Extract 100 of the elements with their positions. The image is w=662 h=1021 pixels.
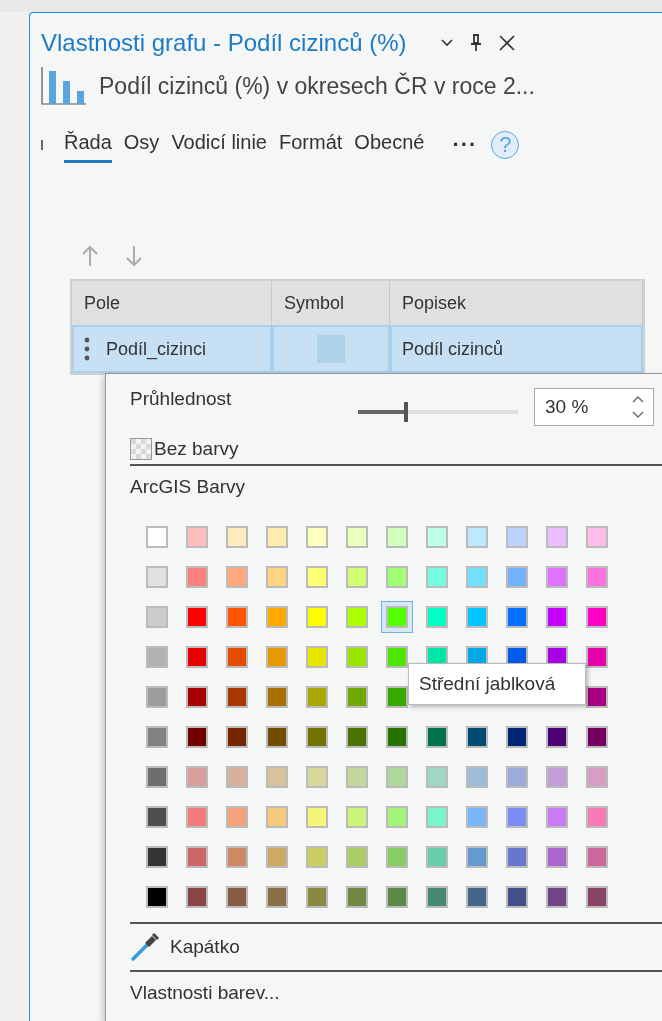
color-swatch[interactable] bbox=[345, 605, 369, 629]
color-swatch[interactable] bbox=[145, 645, 169, 669]
color-swatch[interactable] bbox=[305, 605, 329, 629]
color-swatch[interactable] bbox=[305, 525, 329, 549]
color-swatch[interactable] bbox=[225, 765, 249, 789]
color-swatch[interactable] bbox=[345, 805, 369, 829]
tab[interactable]: Formát bbox=[279, 127, 343, 163]
color-swatch[interactable] bbox=[145, 845, 169, 869]
color-swatch[interactable] bbox=[545, 845, 569, 869]
move-down-icon[interactable] bbox=[125, 245, 143, 267]
color-swatch[interactable] bbox=[145, 565, 169, 589]
color-swatch[interactable] bbox=[585, 765, 609, 789]
color-swatch[interactable] bbox=[185, 605, 209, 629]
color-swatch[interactable] bbox=[385, 645, 409, 669]
color-swatch[interactable] bbox=[305, 805, 329, 829]
chevron-down-icon[interactable] bbox=[440, 38, 455, 48]
color-swatch[interactable] bbox=[505, 805, 529, 829]
color-swatch[interactable] bbox=[265, 885, 289, 909]
transparency-slider[interactable] bbox=[358, 402, 518, 422]
color-swatch[interactable] bbox=[305, 565, 329, 589]
color-swatch[interactable] bbox=[545, 725, 569, 749]
color-swatch[interactable] bbox=[305, 645, 329, 669]
color-swatch[interactable] bbox=[225, 685, 249, 709]
color-swatch[interactable] bbox=[265, 805, 289, 829]
color-swatch[interactable] bbox=[425, 845, 449, 869]
color-swatch[interactable] bbox=[381, 601, 413, 633]
color-swatch[interactable] bbox=[385, 765, 409, 789]
color-swatch[interactable] bbox=[585, 885, 609, 909]
color-swatch[interactable] bbox=[585, 605, 609, 629]
color-swatch[interactable] bbox=[305, 885, 329, 909]
color-swatch[interactable] bbox=[225, 565, 249, 589]
color-swatch[interactable] bbox=[145, 605, 169, 629]
color-swatch[interactable] bbox=[425, 725, 449, 749]
color-swatch[interactable] bbox=[385, 725, 409, 749]
color-swatch[interactable] bbox=[145, 725, 169, 749]
color-swatch[interactable] bbox=[345, 565, 369, 589]
no-color-option[interactable]: Bez barvy bbox=[130, 438, 662, 460]
color-swatch[interactable] bbox=[345, 525, 369, 549]
color-swatch[interactable] bbox=[265, 845, 289, 869]
color-swatch[interactable] bbox=[345, 765, 369, 789]
color-swatch[interactable] bbox=[145, 685, 169, 709]
color-swatch[interactable] bbox=[185, 845, 209, 869]
color-swatch[interactable] bbox=[585, 685, 609, 709]
color-swatch[interactable] bbox=[425, 605, 449, 629]
color-swatch[interactable] bbox=[425, 885, 449, 909]
color-swatch[interactable] bbox=[225, 805, 249, 829]
color-swatch[interactable] bbox=[505, 525, 529, 549]
column-header[interactable]: Popisek bbox=[390, 281, 643, 325]
tab[interactable]: Osy bbox=[123, 127, 160, 163]
color-swatch[interactable] bbox=[545, 525, 569, 549]
color-swatch[interactable] bbox=[185, 525, 209, 549]
color-swatch[interactable] bbox=[265, 525, 289, 549]
color-swatch[interactable] bbox=[505, 885, 529, 909]
color-swatch[interactable] bbox=[465, 525, 489, 549]
color-swatch[interactable] bbox=[185, 645, 209, 669]
color-swatch[interactable] bbox=[585, 645, 609, 669]
color-swatch[interactable] bbox=[585, 525, 609, 549]
color-swatch[interactable] bbox=[385, 565, 409, 589]
column-header[interactable]: Pole bbox=[72, 281, 272, 325]
eyedropper-option[interactable]: Kapátko bbox=[130, 924, 662, 970]
color-swatch[interactable] bbox=[145, 885, 169, 909]
color-swatch[interactable] bbox=[305, 725, 329, 749]
color-swatch[interactable] bbox=[225, 845, 249, 869]
color-swatch[interactable] bbox=[545, 565, 569, 589]
color-swatch[interactable] bbox=[425, 565, 449, 589]
column-header[interactable]: Symbol bbox=[272, 281, 390, 325]
color-swatch[interactable] bbox=[545, 605, 569, 629]
color-swatch[interactable] bbox=[225, 725, 249, 749]
color-swatch[interactable] bbox=[465, 725, 489, 749]
color-swatch[interactable] bbox=[425, 525, 449, 549]
color-swatch[interactable] bbox=[545, 765, 569, 789]
color-swatch[interactable] bbox=[305, 765, 329, 789]
color-swatch[interactable] bbox=[265, 645, 289, 669]
color-swatch[interactable] bbox=[265, 685, 289, 709]
color-swatch[interactable] bbox=[265, 605, 289, 629]
more-button[interactable]: ··· bbox=[452, 132, 478, 158]
color-swatch[interactable] bbox=[545, 805, 569, 829]
color-swatch[interactable] bbox=[585, 565, 609, 589]
color-swatch[interactable] bbox=[145, 525, 169, 549]
color-swatch[interactable] bbox=[465, 885, 489, 909]
close-icon[interactable] bbox=[498, 34, 517, 52]
symbol-swatch[interactable] bbox=[317, 335, 345, 363]
color-swatch[interactable] bbox=[265, 725, 289, 749]
tab[interactable]: Obecné bbox=[354, 127, 425, 163]
color-swatch[interactable] bbox=[585, 805, 609, 829]
tab[interactable]: Vodicí linie bbox=[171, 127, 267, 163]
color-swatch[interactable] bbox=[465, 805, 489, 829]
color-swatch[interactable] bbox=[265, 765, 289, 789]
color-swatch[interactable] bbox=[225, 885, 249, 909]
color-swatch[interactable] bbox=[185, 685, 209, 709]
color-swatch[interactable] bbox=[385, 685, 409, 709]
color-swatch[interactable] bbox=[145, 765, 169, 789]
color-swatch[interactable] bbox=[345, 885, 369, 909]
color-swatch[interactable] bbox=[305, 845, 329, 869]
color-swatch[interactable] bbox=[545, 885, 569, 909]
tab[interactable]: Řada bbox=[64, 127, 112, 163]
color-swatch[interactable] bbox=[385, 885, 409, 909]
color-swatch[interactable] bbox=[345, 685, 369, 709]
color-swatch[interactable] bbox=[385, 525, 409, 549]
color-swatch[interactable] bbox=[145, 805, 169, 829]
